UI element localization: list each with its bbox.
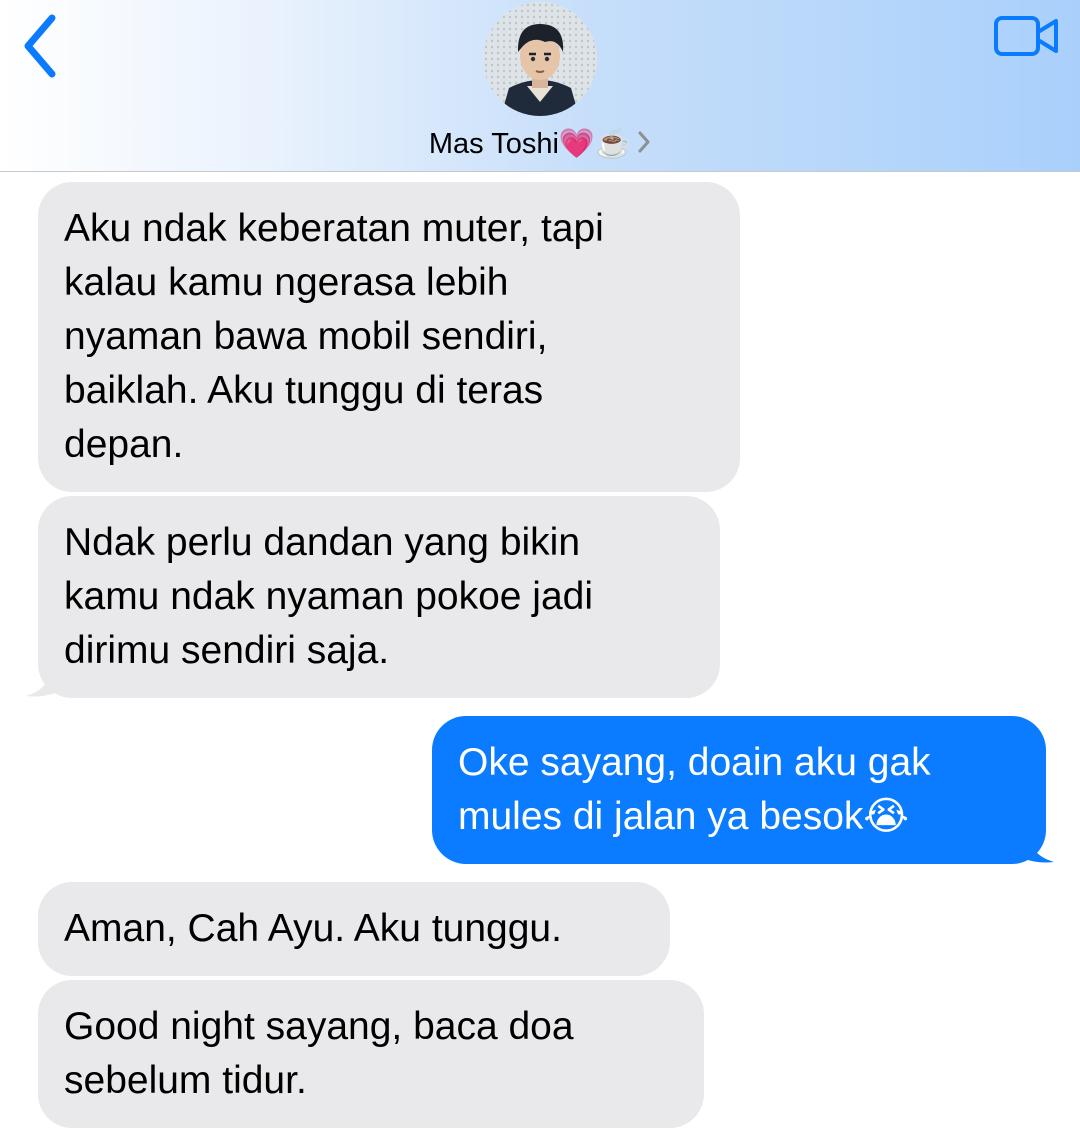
incoming-message-bubble[interactable]: Good night sayang, baca doa sebelum tidu… [38,980,704,1128]
message-text: Aku ndak keberatan muter, tapi kalau kam… [64,207,604,466]
outgoing-message-bubble[interactable]: Oke sayang, doain aku gak mules di jalan… [432,716,1046,864]
contact-name-emoji: 💗☕️ [558,128,632,160]
chevron-right-icon [638,131,650,153]
chevron-left-icon [24,14,56,78]
contact-name-button[interactable]: Mas Toshi💗☕️ [0,124,1080,168]
video-camera-icon [994,16,1058,56]
contact-name: Mas Toshi [428,128,559,160]
incoming-message-bubble[interactable]: Aman, Cah Ayu. Aku tunggu. [38,882,670,976]
message-text: Ndak perlu dandan yang bikin kamu ndak n… [64,521,593,672]
outgoing-bubble-tail [1012,826,1054,863]
back-button[interactable] [14,10,74,80]
conversation-header: Mas Toshi💗☕️ [0,0,1080,172]
incoming-message-bubble[interactable]: Ndak perlu dandan yang bikin kamu ndak n… [38,496,720,698]
facetime-video-button[interactable] [990,10,1062,62]
message-text: Oke sayang, doain aku gak mules di jalan… [458,741,931,838]
message-text: Good night sayang, baca doa sebelum tidu… [64,1005,574,1102]
incoming-bubble-tail [26,660,68,697]
message-text: Aman, Cah Ayu. Aku tunggu. [64,907,562,950]
incoming-message-bubble[interactable]: Aku ndak keberatan muter, tapi kalau kam… [38,182,740,492]
avatar[interactable] [483,2,597,116]
